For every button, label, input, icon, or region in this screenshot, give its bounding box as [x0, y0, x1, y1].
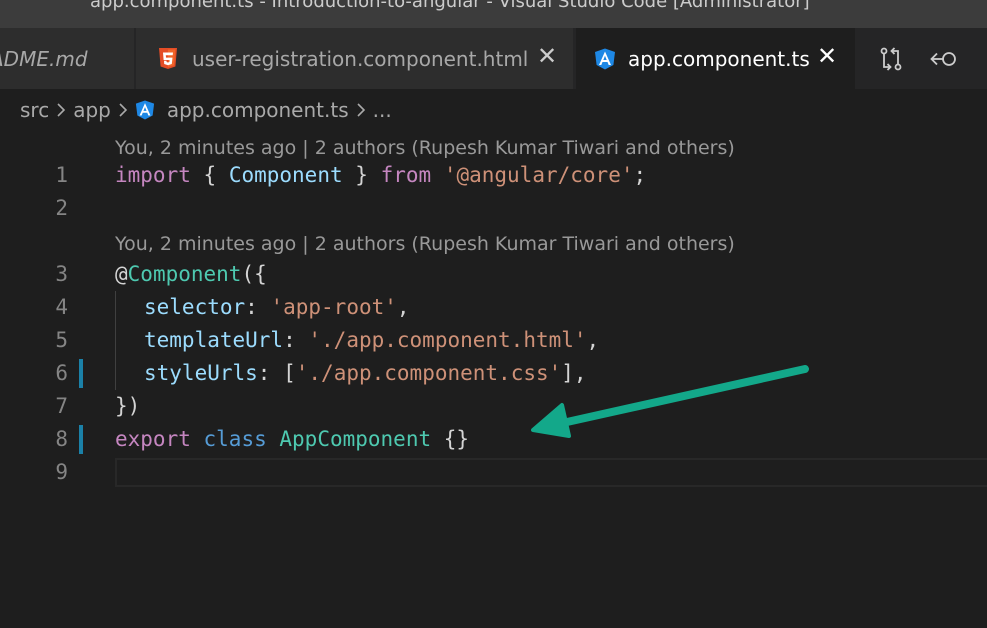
angular-icon: [594, 48, 616, 70]
current-line-highlight: [115, 458, 987, 487]
code-text: import { Component } from '@angular/core…: [115, 163, 647, 187]
compare-changes-icon[interactable]: [868, 39, 914, 79]
code-line-7: 7 }): [0, 390, 987, 423]
tab-label: ADME.md: [0, 46, 88, 71]
codelens-authors[interactable]: You, 2 minutes ago | 2 authors (Rupesh K…: [115, 229, 735, 259]
title-bar: app.component.ts - Introduction-to-angul…: [0, 0, 987, 28]
code-line-6: 6 styleUrls: ['./app.component.css'],: [0, 357, 987, 390]
code-text: export class AppComponent {}: [115, 427, 470, 451]
code-line-9: 9: [0, 456, 987, 489]
modified-line-indicator[interactable]: [79, 425, 83, 454]
tab-readme[interactable]: ADME.md: [0, 28, 135, 89]
code-line-5: 5 templateUrl: './app.component.html',: [0, 324, 987, 357]
tab-app-component-ts[interactable]: app.component.ts ✕: [576, 28, 856, 89]
editor-actions: [860, 28, 968, 89]
line-number: 4: [55, 295, 68, 319]
line-number: 8: [55, 427, 68, 451]
close-icon[interactable]: ✕: [533, 42, 561, 70]
line-number: 9: [55, 460, 68, 484]
line-number: 5: [55, 328, 68, 352]
breadcrumb-item-app[interactable]: app: [73, 98, 111, 122]
close-icon[interactable]: ✕: [813, 42, 841, 70]
code-text: }): [115, 394, 141, 418]
tab-bar: ADME.md user-registration.component.html…: [0, 28, 987, 89]
html5-icon: [158, 47, 180, 70]
chevron-right-icon: [356, 102, 366, 118]
code-text: styleUrls: ['./app.component.css'],: [144, 361, 587, 385]
line-number: 7: [55, 394, 68, 418]
window-title: app.component.ts - Introduction-to-angul…: [90, 0, 810, 12]
line-number: 6: [55, 361, 68, 385]
breadcrumb-item-src[interactable]: src: [20, 98, 49, 122]
line-number: 3: [55, 262, 68, 286]
tab-user-registration-html[interactable]: user-registration.component.html ✕: [136, 28, 574, 89]
code-line-3: 3 @Component({: [0, 258, 987, 291]
go-back-icon[interactable]: [922, 39, 968, 79]
code-line-8: 8 export class AppComponent {}: [0, 423, 987, 456]
chevron-right-icon: [118, 102, 128, 118]
code-text: @Component({: [115, 262, 267, 286]
code-line-2: 2: [0, 192, 987, 225]
modified-line-indicator[interactable]: [79, 359, 83, 388]
code-editor[interactable]: You, 2 minutes ago | 2 authors (Rupesh K…: [0, 131, 987, 628]
code-text: selector: 'app-root',: [144, 295, 410, 319]
code-text: templateUrl: './app.component.html',: [144, 328, 600, 352]
tab-label: app.component.ts: [628, 46, 810, 71]
line-number: 1: [55, 163, 68, 187]
tab-label: user-registration.component.html: [192, 46, 529, 71]
breadcrumb-item-file[interactable]: app.component.ts: [167, 98, 349, 122]
angular-icon: [135, 100, 155, 120]
code-line-4: 4 selector: 'app-root',: [0, 291, 987, 324]
code-line-1: 1 import { Component } from '@angular/co…: [0, 159, 987, 192]
breadcrumb-item-symbols[interactable]: ...: [373, 98, 392, 122]
breadcrumb: src app app.component.ts ...: [0, 89, 987, 131]
line-number: 2: [55, 196, 68, 220]
chevron-right-icon: [56, 102, 66, 118]
